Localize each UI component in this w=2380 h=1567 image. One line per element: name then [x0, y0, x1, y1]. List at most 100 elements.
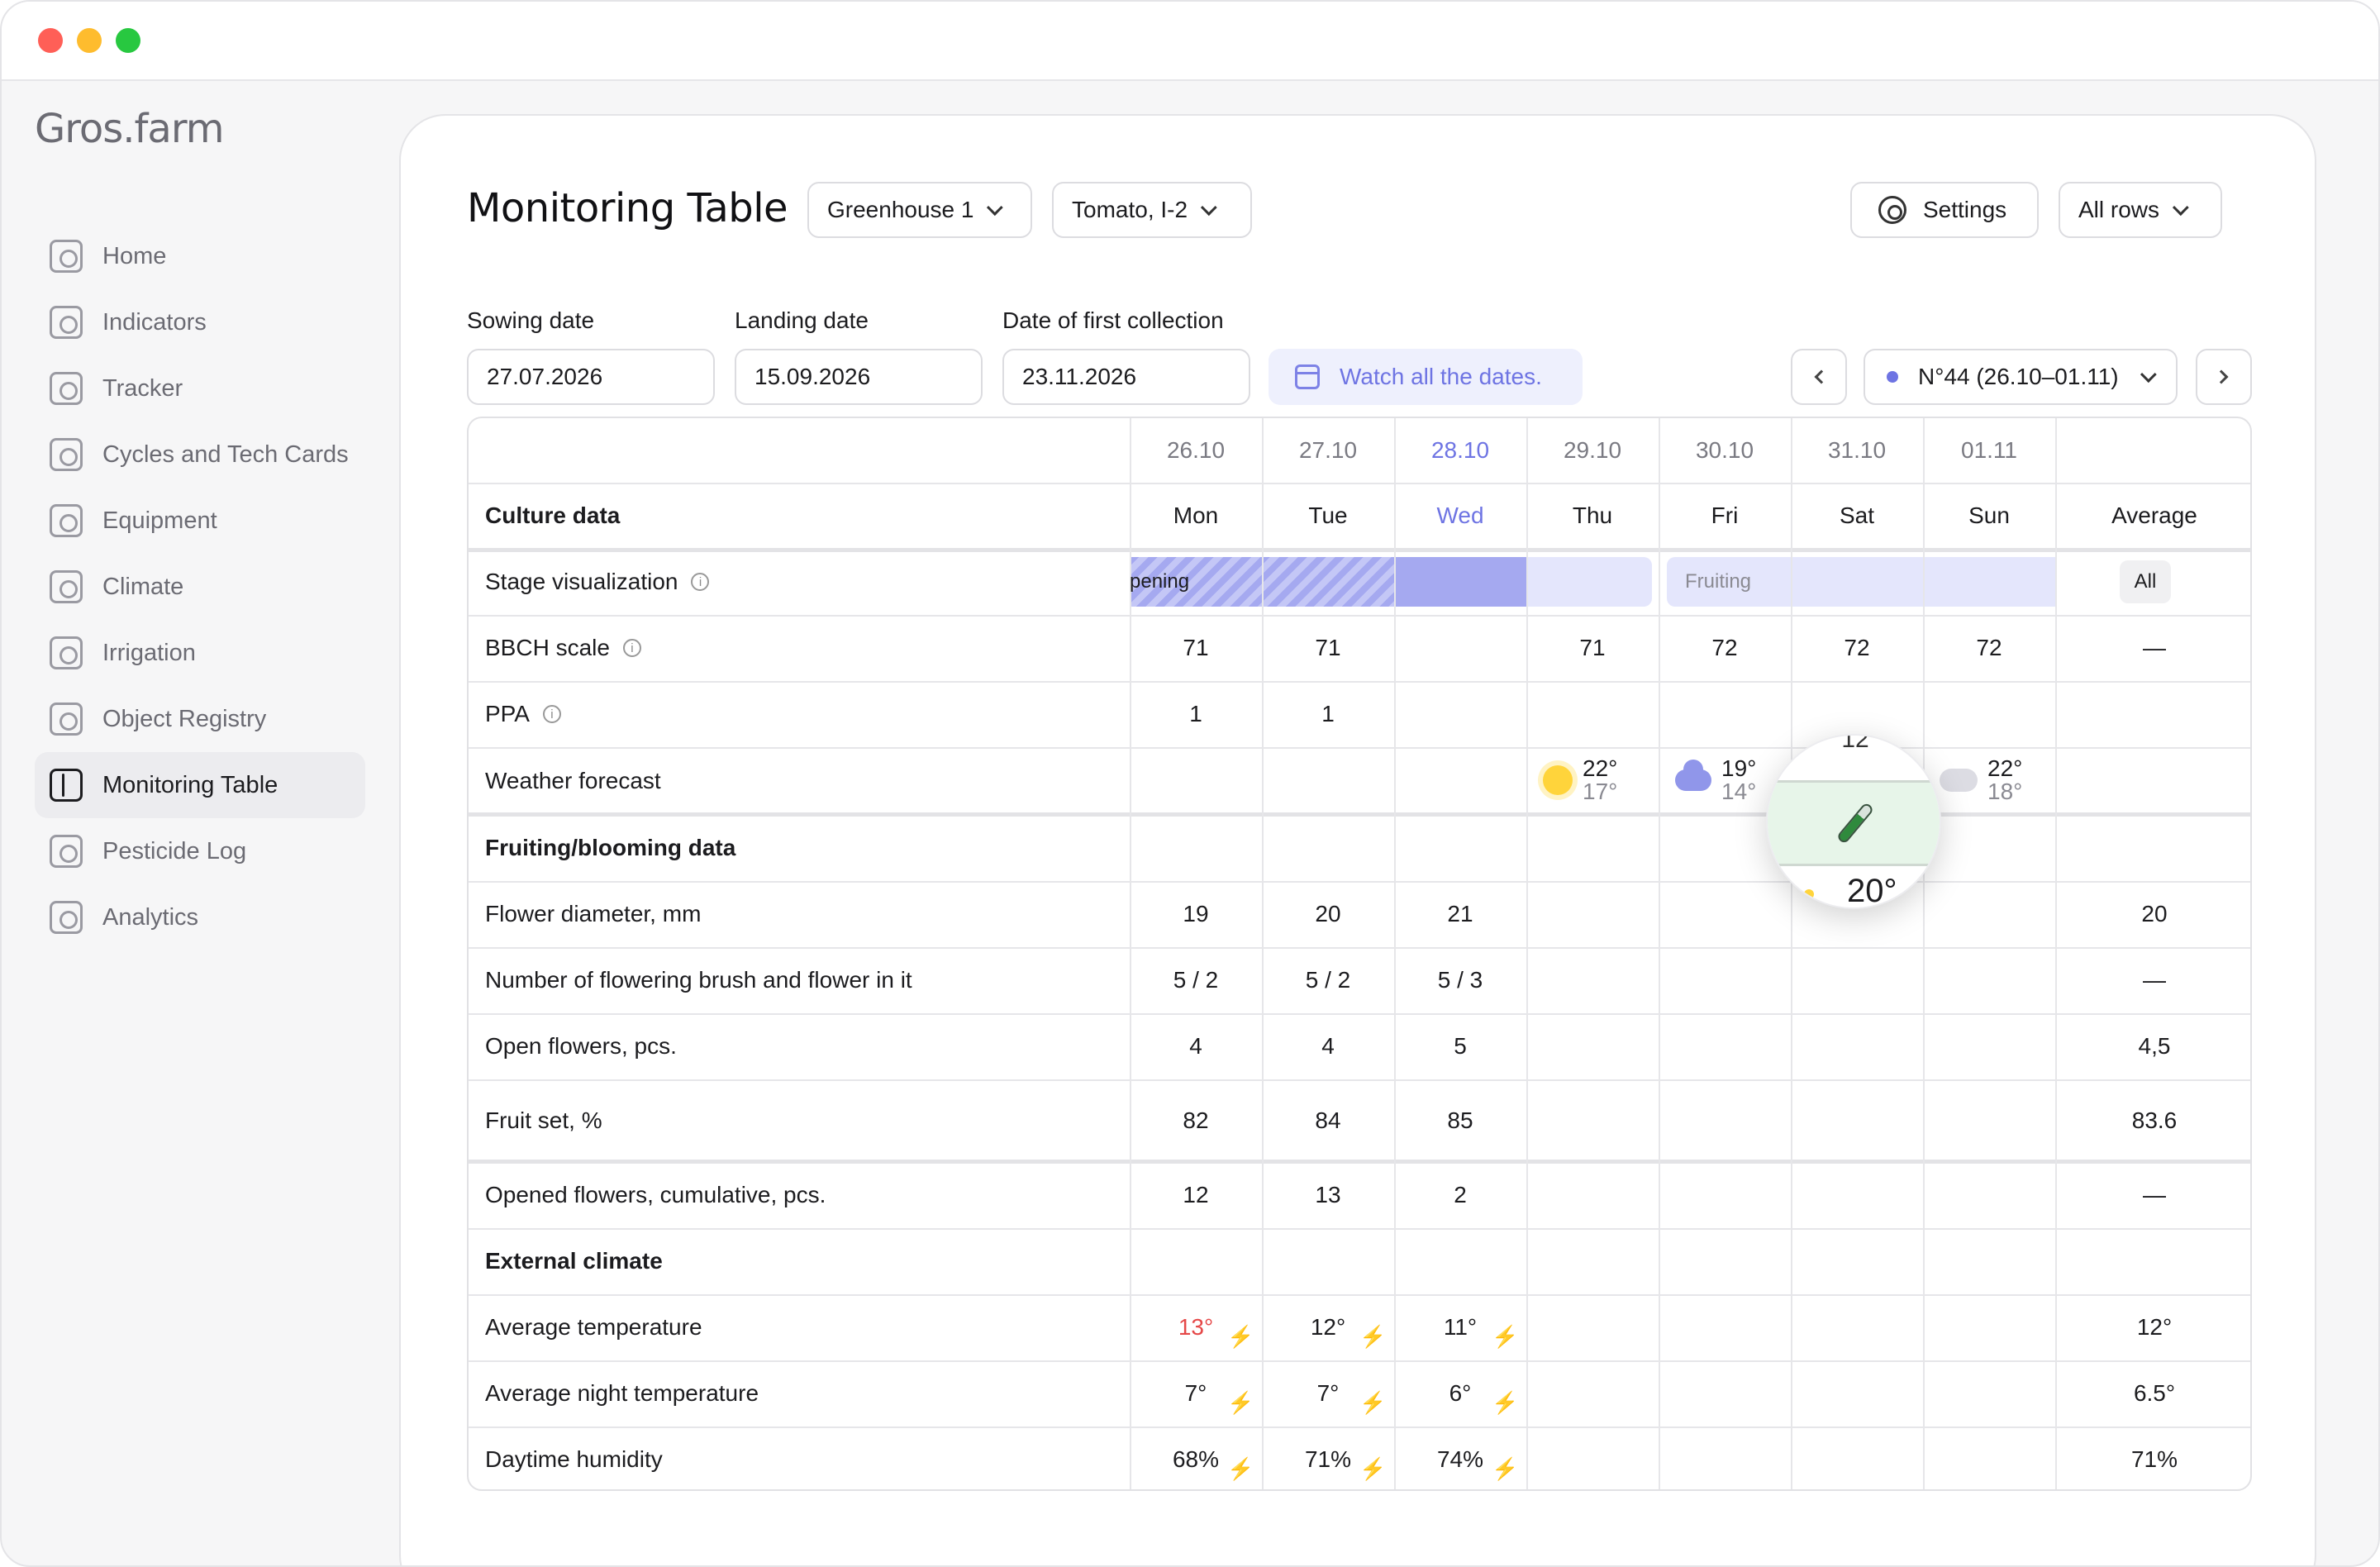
lightning-icon[interactable]: ⚡: [1227, 1456, 1254, 1482]
sidebar-item-home[interactable]: Home: [35, 223, 365, 289]
sidebar-item-label: Object Registry: [102, 705, 267, 732]
info-icon[interactable]: i: [622, 639, 641, 657]
bug-document-icon: [50, 835, 83, 868]
date-header[interactable]: 26.10: [1130, 418, 1262, 483]
watch-all-dates-button[interactable]: Watch all the dates.: [1269, 349, 1583, 405]
lightning-icon[interactable]: ⚡: [1227, 1324, 1254, 1350]
next-week-button[interactable]: [2196, 349, 2252, 405]
temp-low: 17°: [1583, 779, 1618, 804]
magnifier-lens[interactable]: 12 20°: [1766, 734, 1941, 909]
row-label: Weather forecast: [485, 747, 661, 815]
sidebar-item-analytics[interactable]: Analytics: [35, 884, 365, 950]
date-header[interactable]: 28.10: [1394, 418, 1526, 483]
day-header: Tue: [1308, 502, 1348, 528]
day-header: Thu: [1572, 502, 1613, 528]
greenhouse-dropdown[interactable]: Greenhouse 1: [807, 182, 1032, 238]
row-label: Number of flowering brush and flower in …: [485, 947, 912, 1013]
date-header[interactable]: 31.10: [1791, 418, 1923, 483]
lightning-icon[interactable]: ⚡: [1492, 1390, 1518, 1416]
sidebar-item-equipment[interactable]: Equipment: [35, 488, 365, 554]
average-cell: 12°: [2136, 1314, 2173, 1340]
row-label-text: Open flowers, pcs.: [485, 1033, 677, 1059]
sidebar-item-tracker[interactable]: Tracker: [35, 355, 365, 422]
sidebar-item-monitoring-table[interactable]: Monitoring Table: [35, 752, 365, 818]
column-divider: [1923, 418, 1925, 1489]
row-label-text: Weather forecast: [485, 768, 661, 793]
average-cell: 83.6: [2131, 1107, 2178, 1133]
sidebar-item-pesticide-log[interactable]: Pesticide Log: [35, 818, 365, 884]
table-cell: 5: [1454, 1033, 1467, 1059]
sidebar-item-irrigation[interactable]: Irrigation: [35, 620, 365, 686]
minimize-window-button[interactable]: [77, 28, 102, 53]
sidebar-item-label: Cycles and Tech Cards: [102, 441, 349, 468]
info-icon[interactable]: i: [691, 573, 710, 591]
greenhouse-dropdown-label: Greenhouse 1: [827, 197, 974, 222]
weather-cell: 22° 18°: [1938, 754, 2022, 807]
day-header: Wed: [1436, 502, 1484, 528]
sidebar-item-indicators[interactable]: Indicators: [35, 289, 365, 355]
week-dropdown[interactable]: N°44 (26.10–01.11): [1864, 349, 2178, 405]
lightning-icon[interactable]: ⚡: [1359, 1324, 1386, 1350]
sidebar-item-cycles-and-tech-cards[interactable]: Cycles and Tech Cards: [35, 422, 365, 488]
row-label-text: Stage visualization: [485, 569, 678, 594]
row-label-text: Culture data: [485, 502, 621, 528]
chevron-down-icon: [2140, 366, 2157, 383]
stage-label-fruiting: Fruiting: [1685, 570, 1752, 593]
table-cell: 84: [1315, 1107, 1341, 1133]
rows-filter-dropdown[interactable]: All rows: [2059, 182, 2222, 238]
row-label-text: Opened flowers, cumulative, pcs.: [485, 1182, 826, 1207]
crop-dropdown[interactable]: Tomato, I-2: [1052, 182, 1252, 238]
previous-week-button[interactable]: [1791, 349, 1847, 405]
first-collection-input[interactable]: 23.11.2026: [1002, 349, 1250, 405]
lightning-icon[interactable]: ⚡: [1492, 1324, 1518, 1350]
maximize-window-button[interactable]: [116, 28, 140, 53]
date-header[interactable]: 27.10: [1262, 418, 1394, 483]
bbch-value: 71: [1183, 635, 1209, 660]
chart-icon: [50, 901, 83, 934]
landing-date-label: Landing date: [735, 307, 869, 333]
sidebar-item-label: Irrigation: [102, 639, 196, 666]
magnifier-ppa-band: [1768, 780, 1940, 866]
column-divider: [1791, 418, 1792, 1489]
weather-cell: 22° 17°: [1543, 754, 1617, 807]
date-header[interactable]: 01.11: [1923, 418, 2055, 483]
current-week-dot: [1887, 371, 1898, 383]
landing-date-input[interactable]: 15.09.2026: [735, 349, 983, 405]
table-cell: 4: [1321, 1033, 1335, 1059]
close-window-button[interactable]: [38, 28, 63, 53]
sidebar-item-label: Monitoring Table: [102, 771, 278, 798]
row-label: External climate: [485, 1228, 663, 1294]
settings-button[interactable]: Settings: [1850, 182, 2039, 238]
sun-icon: [1804, 889, 1814, 899]
grid-icon: [50, 703, 83, 736]
temp-high: 22°: [1583, 755, 1618, 781]
page-title: Monitoring Table: [467, 185, 788, 231]
sidebar-item-label: Home: [102, 242, 167, 269]
sidebar-item-label: Pesticide Log: [102, 837, 247, 864]
row-label: Average temperature: [485, 1294, 702, 1360]
lightning-icon[interactable]: ⚡: [1492, 1456, 1518, 1482]
lightning-icon[interactable]: ⚡: [1359, 1456, 1386, 1482]
lightning-icon[interactable]: ⚡: [1359, 1390, 1386, 1416]
info-icon[interactable]: i: [542, 705, 561, 723]
bbch-value: 72: [1844, 635, 1870, 660]
sidebar-item-object-registry[interactable]: Object Registry: [35, 686, 365, 752]
sidebar-item-climate[interactable]: Climate: [35, 554, 365, 620]
date-header[interactable]: 30.10: [1659, 418, 1791, 483]
date-header[interactable]: 29.10: [1526, 418, 1659, 483]
lightning-icon[interactable]: ⚡: [1227, 1390, 1254, 1416]
main-card: Monitoring Table Greenhouse 1 Tomato, I-…: [399, 114, 2316, 1565]
row-label-text: Flower diameter, mm: [485, 901, 702, 926]
day-header: Sat: [1839, 502, 1875, 528]
all-stages-button[interactable]: All: [2120, 560, 2171, 603]
title-bar: [2, 2, 2378, 81]
sidebar-item-label: Indicators: [102, 308, 207, 336]
table-cell: 4: [1189, 1033, 1202, 1059]
tracker-icon: [50, 372, 83, 405]
sowing-date-input[interactable]: 27.07.2026: [467, 349, 715, 405]
crop-dropdown-label: Tomato, I-2: [1072, 197, 1188, 222]
average-cell: 6.5°: [2133, 1380, 2176, 1406]
document-icon: [50, 438, 83, 471]
row-label: Flower diameter, mm: [485, 881, 701, 947]
row-label: Stage visualization i: [485, 549, 710, 615]
